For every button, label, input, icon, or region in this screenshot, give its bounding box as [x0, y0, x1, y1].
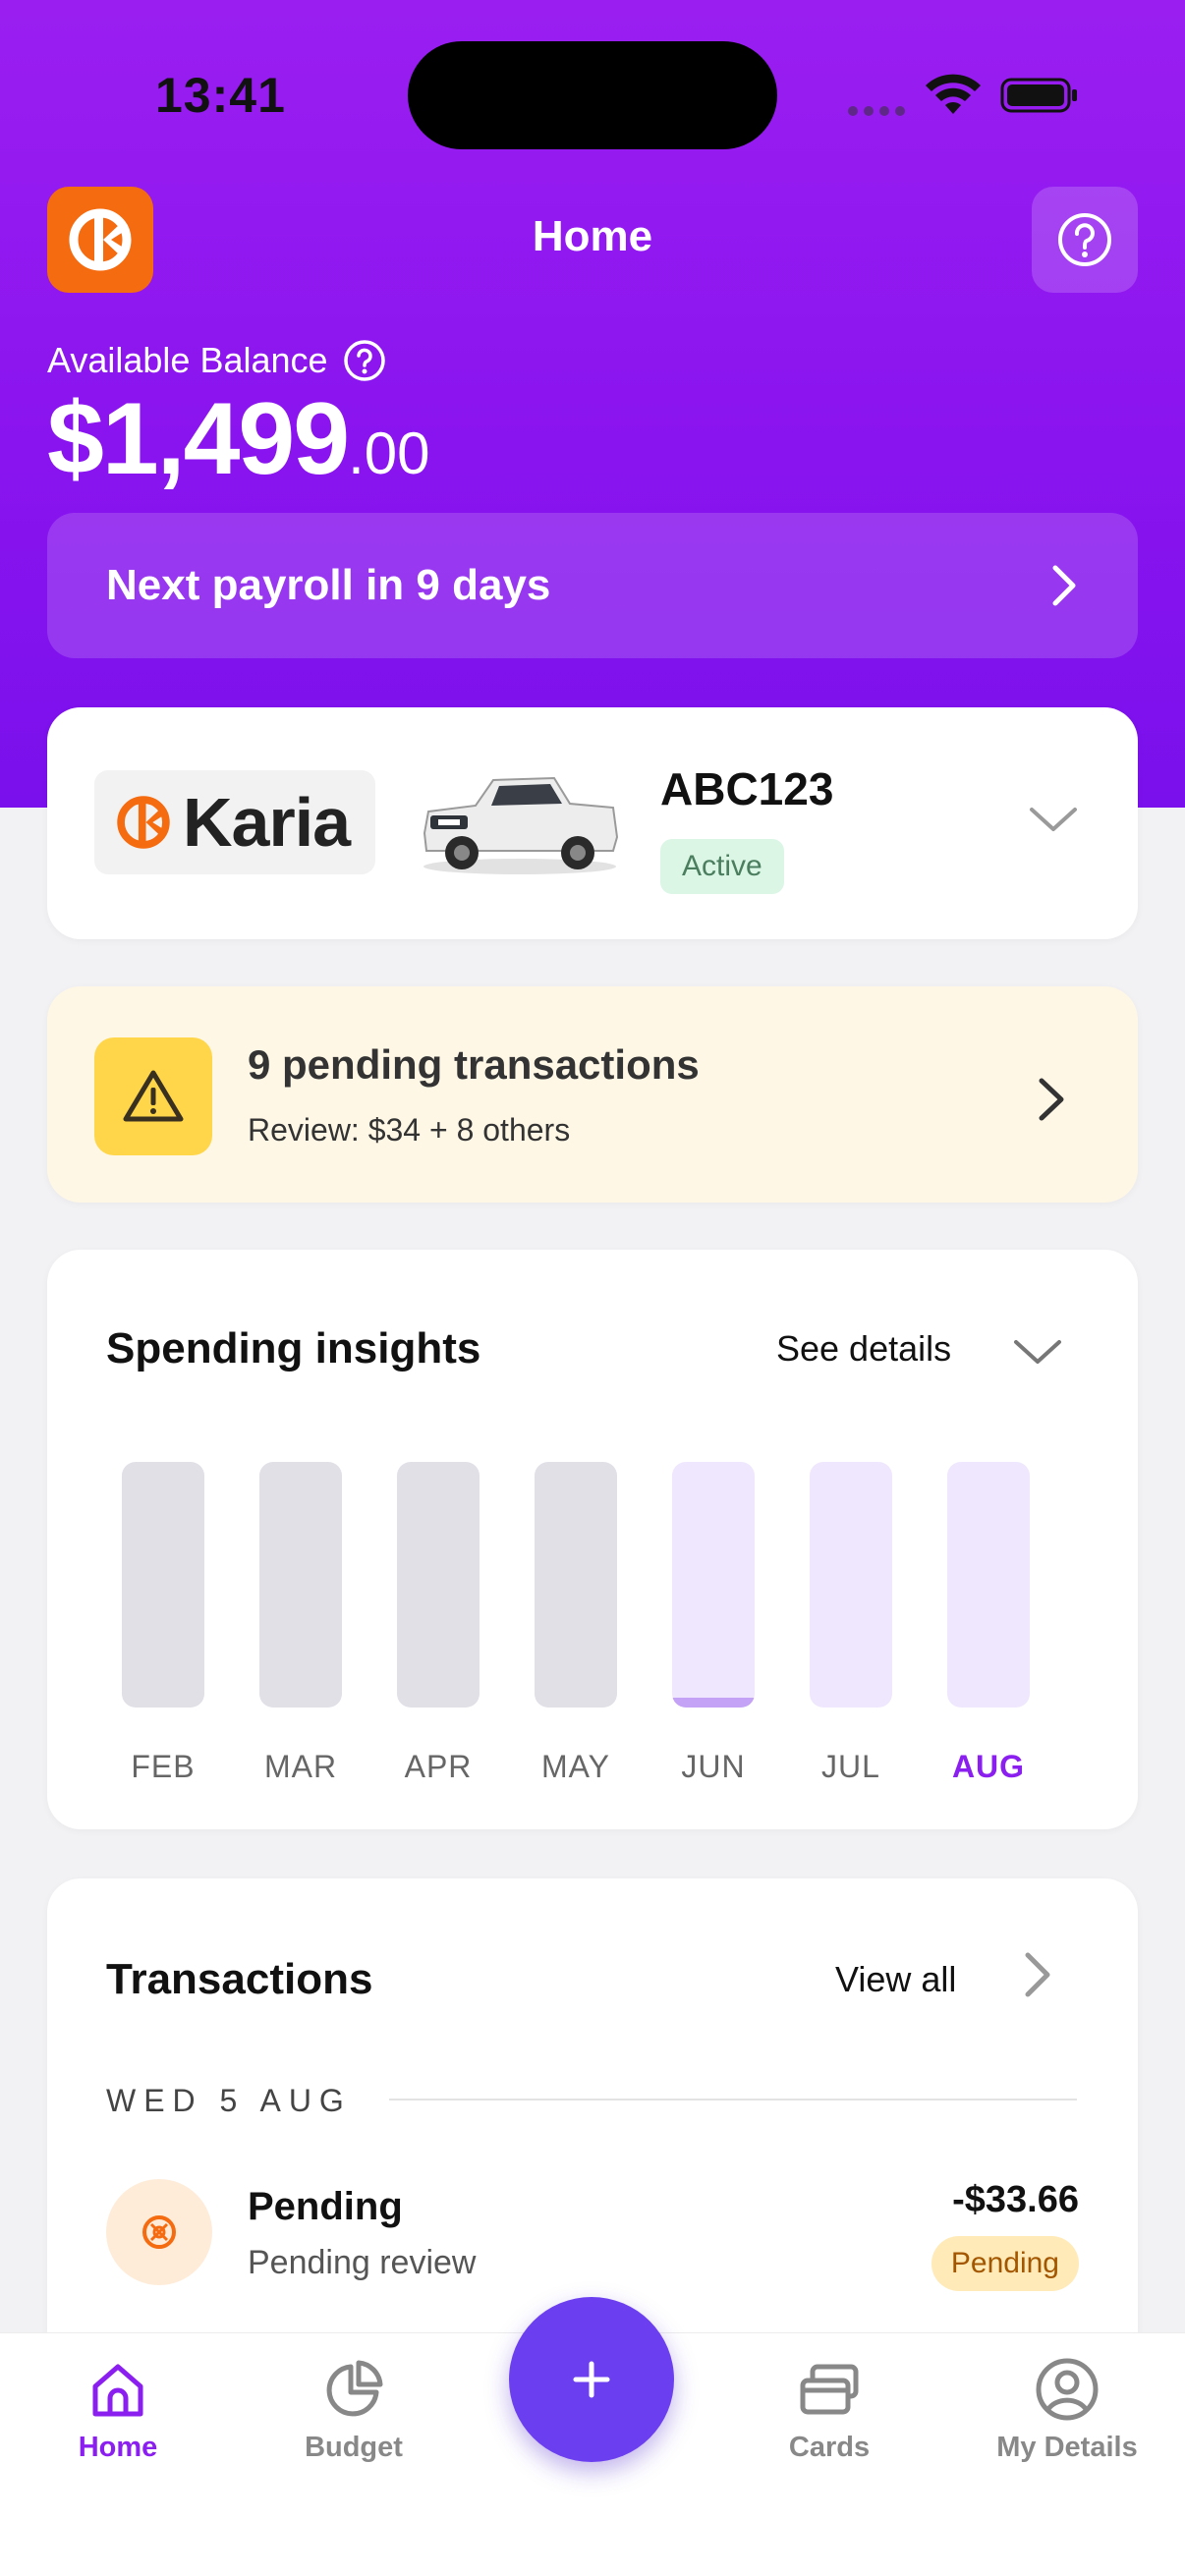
- transaction-icon: [106, 2179, 212, 2285]
- home-icon: [92, 2364, 143, 2417]
- see-details-link[interactable]: See details: [776, 1328, 951, 1370]
- bar-label-apr[interactable]: APR: [369, 1749, 507, 1785]
- tab-label: Cards: [788, 2432, 871, 2463]
- chevron-right-icon: [1039, 1078, 1064, 1121]
- vehicle-card[interactable]: Karia ABC123 Active: [47, 707, 1138, 939]
- payroll-banner[interactable]: Next payroll in 9 days: [47, 513, 1138, 658]
- bar-aug[interactable]: [947, 1462, 1030, 1708]
- bar-jun[interactable]: [672, 1462, 755, 1708]
- page-title: Home: [532, 212, 653, 260]
- tab-budget[interactable]: Budget: [255, 2355, 452, 2464]
- pending-subtitle: Review: $34 + 8 others: [248, 1112, 571, 1148]
- spending-bar-chart: FEB MAR APR MAY JUN JUL AUG: [122, 1462, 1065, 1784]
- payroll-text: Next payroll in 9 days: [106, 561, 551, 609]
- pie-chart-icon: [326, 2360, 383, 2417]
- transactions-title: Transactions: [106, 1955, 373, 2003]
- transaction-subtitle: Pending review: [248, 2244, 477, 2281]
- bar-mar[interactable]: [259, 1462, 342, 1708]
- bar-label-aug[interactable]: AUG: [920, 1749, 1057, 1785]
- chevron-down-icon[interactable]: [1026, 800, 1081, 839]
- pending-title: 9 pending transactions: [248, 1041, 700, 1088]
- warning-badge: [94, 1037, 212, 1155]
- bar-may[interactable]: [535, 1462, 617, 1708]
- add-button[interactable]: [509, 2297, 674, 2462]
- divider: [389, 2099, 1077, 2100]
- bar-label-feb[interactable]: FEB: [94, 1749, 232, 1785]
- bar-feb[interactable]: [122, 1462, 204, 1708]
- transaction-amount: -$33.66: [952, 2179, 1079, 2220]
- bar-fill-jun: [672, 1698, 755, 1708]
- spending-insights-card: Spending insights See details FEB MAR APR M…: [47, 1250, 1138, 1829]
- vehicle-image: [423, 776, 619, 874]
- tab-cards[interactable]: Cards: [731, 2355, 928, 2464]
- chevron-right-icon[interactable]: [1020, 1947, 1055, 2002]
- chevron-right-icon: [1052, 565, 1076, 606]
- user-circle-icon: [1036, 2358, 1099, 2421]
- tab-my-details[interactable]: My Details: [969, 2355, 1165, 2464]
- tab-label: Home: [78, 2432, 158, 2463]
- status-time: 13:41: [155, 68, 286, 123]
- tab-label: My Details: [996, 2432, 1138, 2463]
- karia-brand-logo: Karia: [94, 770, 375, 874]
- fuel-nozzle-icon: [142, 2215, 176, 2249]
- bar-label-may[interactable]: MAY: [507, 1749, 645, 1785]
- help-button[interactable]: [1032, 187, 1138, 293]
- date-group-header: WED 5 AUG: [106, 2083, 352, 2118]
- bar-label-jul[interactable]: JUL: [782, 1749, 920, 1785]
- bar-apr[interactable]: [397, 1462, 480, 1708]
- help-icon: [1058, 213, 1111, 266]
- tab-home[interactable]: Home: [20, 2355, 216, 2464]
- battery-icon: [1000, 78, 1077, 113]
- cellular-icon: [848, 106, 905, 116]
- cards-icon: [800, 2364, 859, 2415]
- view-all-link[interactable]: View all: [835, 1959, 956, 2000]
- status-badge: Active: [660, 839, 784, 894]
- balance-label: Available Balance: [47, 338, 387, 383]
- status-badge: Pending: [931, 2236, 1079, 2291]
- dynamic-island: [408, 41, 777, 149]
- warning-icon: [123, 1070, 184, 1122]
- balance-label-text: Available Balance: [47, 340, 328, 380]
- info-icon[interactable]: [342, 338, 387, 383]
- transaction-name: Pending: [248, 2185, 403, 2228]
- balance-cents: .00: [348, 420, 430, 486]
- chevron-down-icon[interactable]: [1010, 1332, 1065, 1372]
- bar-jul[interactable]: [810, 1462, 892, 1708]
- insights-title: Spending insights: [106, 1324, 481, 1372]
- tab-label: Budget: [305, 2432, 403, 2463]
- plus-icon: [573, 2361, 610, 2398]
- vehicle-plate: ABC123: [660, 763, 834, 814]
- karia-logo-icon: [117, 796, 170, 849]
- balance-dollars: $1,499: [47, 382, 350, 496]
- bar-label-mar[interactable]: MAR: [232, 1749, 369, 1785]
- bar-label-jun[interactable]: JUN: [645, 1749, 782, 1785]
- karia-brand-name: Karia: [183, 784, 351, 861]
- pending-transactions-card[interactable]: 9 pending transactions Review: $34 + 8 o…: [47, 986, 1138, 1203]
- balance-amount: $1,499.00: [47, 381, 430, 498]
- wifi-icon: [926, 74, 981, 114]
